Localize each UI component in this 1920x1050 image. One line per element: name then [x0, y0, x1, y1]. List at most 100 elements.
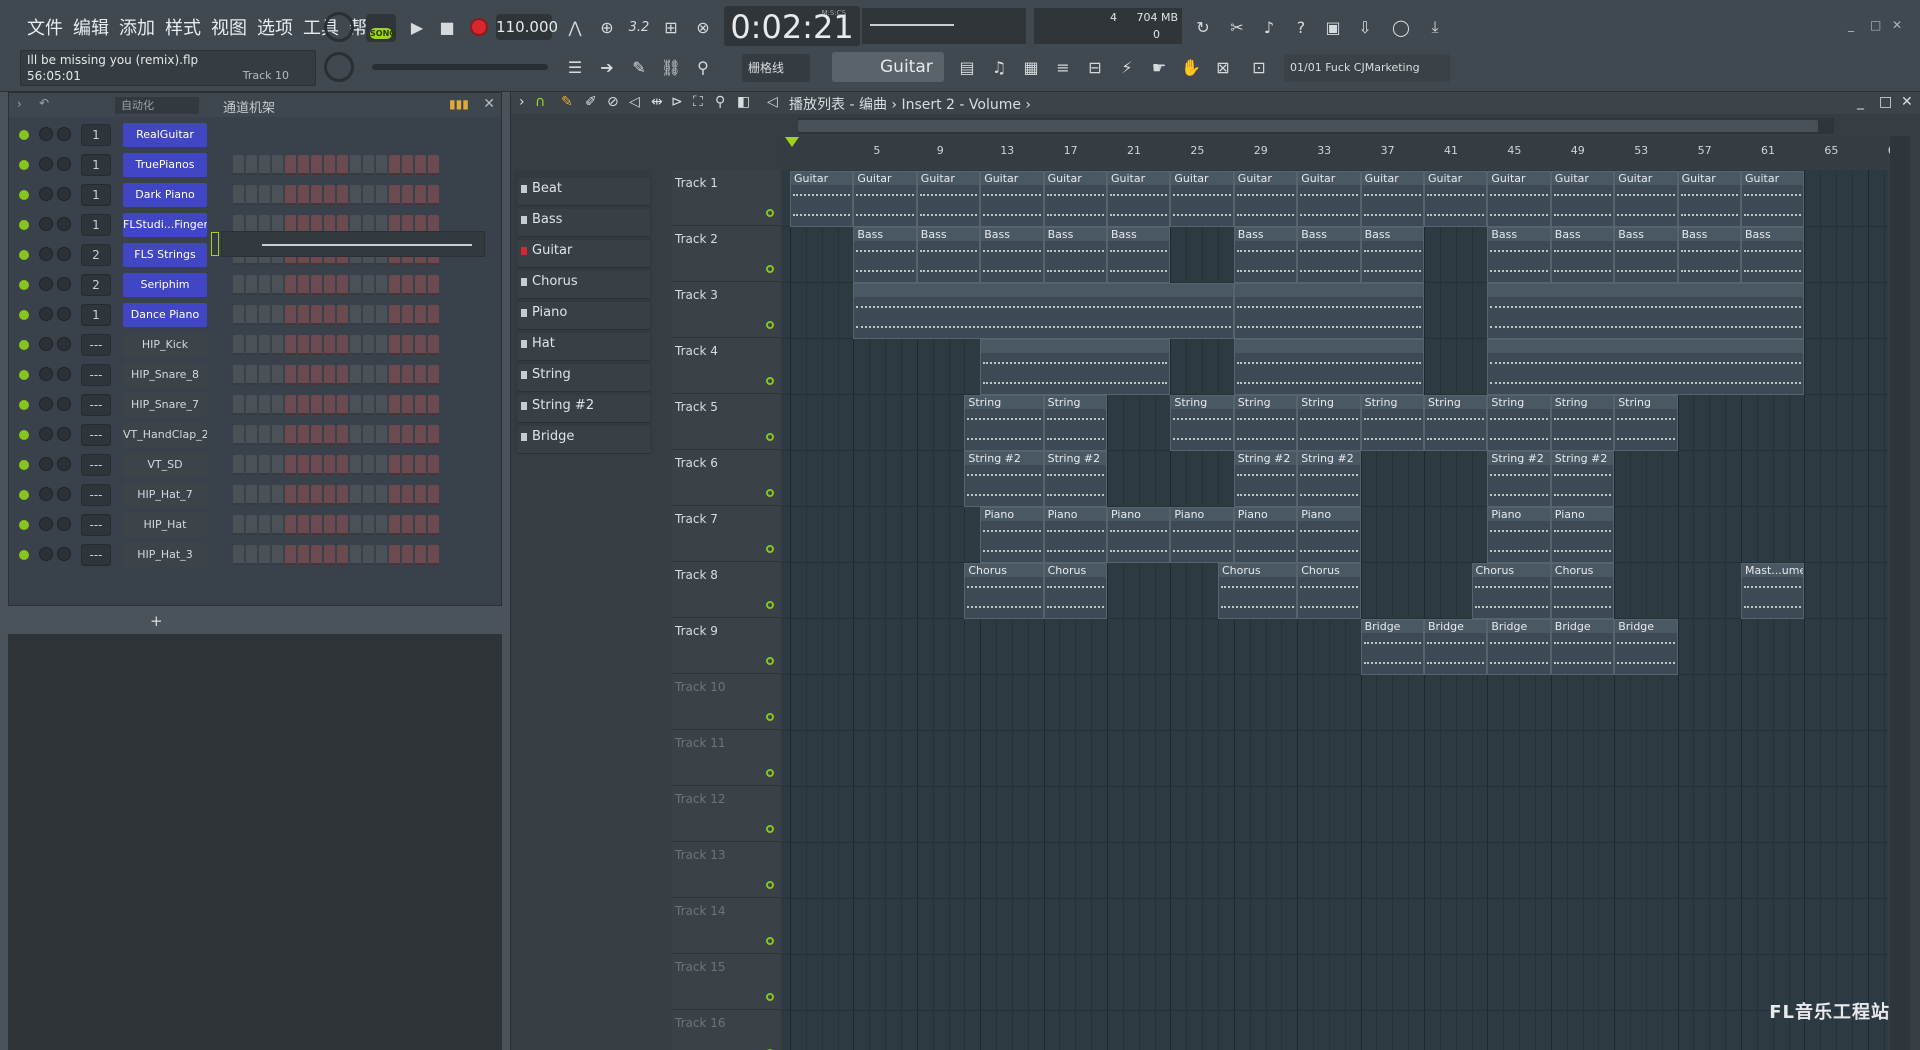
channel-mute-led[interactable]: [19, 430, 29, 440]
step-pad[interactable]: [337, 365, 348, 385]
playlist-clip[interactable]: Chorus: [1217, 563, 1298, 619]
step-pad[interactable]: [428, 515, 439, 535]
step-pad[interactable]: [389, 545, 400, 565]
step-pad[interactable]: [259, 395, 270, 415]
track-header[interactable]: Track 2: [672, 226, 780, 282]
step-pad[interactable]: [389, 185, 400, 205]
playlist-clip[interactable]: String: [1043, 395, 1107, 451]
channel-pan-knob[interactable]: [39, 307, 53, 321]
playlist-clip[interactable]: Bass: [1297, 227, 1361, 283]
undo-icon[interactable]: ↶: [39, 96, 49, 110]
step-pad[interactable]: [363, 185, 374, 205]
step-pad[interactable]: [233, 395, 244, 415]
step-pad[interactable]: [298, 485, 309, 505]
playlist-clip[interactable]: Guitar: [1487, 171, 1551, 227]
playlist-clip[interactable]: Bass: [1487, 227, 1551, 283]
step-pad[interactable]: [337, 335, 348, 355]
step-pad[interactable]: [233, 305, 244, 325]
track-header[interactable]: Track 3: [672, 282, 780, 338]
timeline-ruler[interactable]: 5913172125293337414549535761656973778185…: [782, 136, 1902, 170]
step-pad[interactable]: [285, 545, 296, 565]
playback-icon[interactable]: ◧: [737, 94, 750, 110]
step-pad[interactable]: [363, 275, 374, 295]
brush-icon[interactable]: ✎: [624, 52, 654, 82]
step-pad[interactable]: [311, 305, 322, 325]
playlist-clip[interactable]: String: [1614, 395, 1678, 451]
channel-mute-led[interactable]: [19, 310, 29, 320]
step-pad[interactable]: [272, 185, 283, 205]
step-pad[interactable]: [311, 425, 322, 445]
channel-mixer-track[interactable]: 2: [81, 274, 111, 296]
playlist-clip[interactable]: String #2: [1043, 451, 1107, 507]
step-pad[interactable]: [389, 485, 400, 505]
playlist-clip[interactable]: Guitar: [1677, 171, 1741, 227]
channel-mute-led[interactable]: [19, 460, 29, 470]
channel-volume-knob[interactable]: [57, 487, 71, 501]
playlist-clip[interactable]: Guitar: [1297, 171, 1361, 227]
channel-volume-knob[interactable]: [57, 277, 71, 291]
playlist-clip[interactable]: Chorus: [964, 563, 1044, 619]
playlist-clip[interactable]: Guitar: [853, 171, 917, 227]
channel-name-button[interactable]: Seriphim: [123, 273, 207, 297]
playlist-clip[interactable]: Piano: [980, 507, 1044, 563]
step-pad[interactable]: [428, 305, 439, 325]
channel-name-button[interactable]: HIP_Hat_3: [123, 543, 207, 567]
channel-mixer-track[interactable]: ---: [81, 394, 111, 416]
track-header[interactable]: Track 15: [672, 954, 780, 1010]
playhead-marker[interactable]: [785, 137, 799, 147]
channel-volume-knob[interactable]: [57, 427, 71, 441]
render-icon[interactable]: ⇩: [1350, 12, 1380, 42]
step-pad[interactable]: [389, 515, 400, 535]
track-header[interactable]: Track 14: [672, 898, 780, 954]
step-pad[interactable]: [233, 365, 244, 385]
step-pad[interactable]: [428, 155, 439, 175]
master-pitch-slider[interactable]: [372, 64, 548, 70]
step-pad[interactable]: [428, 425, 439, 445]
news-ticker[interactable]: 01/01 Fuck CJMarketing: [1284, 54, 1450, 82]
step-pad[interactable]: [337, 515, 348, 535]
step-pad[interactable]: [376, 425, 387, 445]
track-header[interactable]: Track 1: [672, 170, 780, 226]
step-pad[interactable]: [428, 455, 439, 475]
microphone-icon[interactable]: ♪: [1254, 12, 1284, 42]
link-icon[interactable]: ⛓: [656, 52, 686, 82]
track-mute-icon[interactable]: [766, 209, 774, 217]
step-pad[interactable]: [233, 545, 244, 565]
options-arrow-icon[interactable]: ›: [17, 97, 22, 111]
step-pad[interactable]: [337, 275, 348, 295]
step-pad[interactable]: [363, 305, 374, 325]
step-pad[interactable]: [233, 185, 244, 205]
track-mute-icon[interactable]: [766, 937, 774, 945]
add-channel-button[interactable]: +: [150, 612, 163, 630]
pattern-item[interactable]: String: [518, 364, 650, 392]
step-pad[interactable]: [337, 425, 348, 445]
playlist-clip[interactable]: Bridge: [1614, 619, 1678, 675]
playlist-clip[interactable]: Bass: [1741, 227, 1805, 283]
step-pad[interactable]: [389, 305, 400, 325]
step-pad[interactable]: [285, 395, 296, 415]
channel-selector[interactable]: [211, 232, 219, 256]
step-pad[interactable]: [246, 305, 257, 325]
channel-row[interactable]: 2 Seriphim: [19, 273, 489, 297]
step-pad[interactable]: [415, 185, 426, 205]
track-header[interactable]: Track 11: [672, 730, 780, 786]
playlist-clip[interactable]: Guitar: [1107, 171, 1171, 227]
step-pad[interactable]: [337, 155, 348, 175]
step-pad[interactable]: [246, 485, 257, 505]
step-pad[interactable]: [389, 155, 400, 175]
channel-volume-knob[interactable]: [57, 457, 71, 471]
step-pad[interactable]: [259, 365, 270, 385]
playlist-clip[interactable]: Bass: [916, 227, 981, 283]
slice-icon[interactable]: ⊳: [671, 94, 683, 110]
pattern-item[interactable]: String #2: [518, 395, 650, 423]
track-header[interactable]: Track 12: [672, 786, 780, 842]
playlist-clip[interactable]: String: [964, 395, 1044, 451]
step-pad[interactable]: [311, 155, 322, 175]
playlist-clip[interactable]: String: [1360, 395, 1424, 451]
tempo-display[interactable]: 110.000: [496, 14, 558, 40]
step-pad[interactable]: [246, 275, 257, 295]
step-pad[interactable]: [350, 305, 361, 325]
track-header[interactable]: Track 7: [672, 506, 780, 562]
playlist-clip[interactable]: Guitar: [1741, 171, 1805, 227]
track-mute-icon[interactable]: [766, 265, 774, 273]
